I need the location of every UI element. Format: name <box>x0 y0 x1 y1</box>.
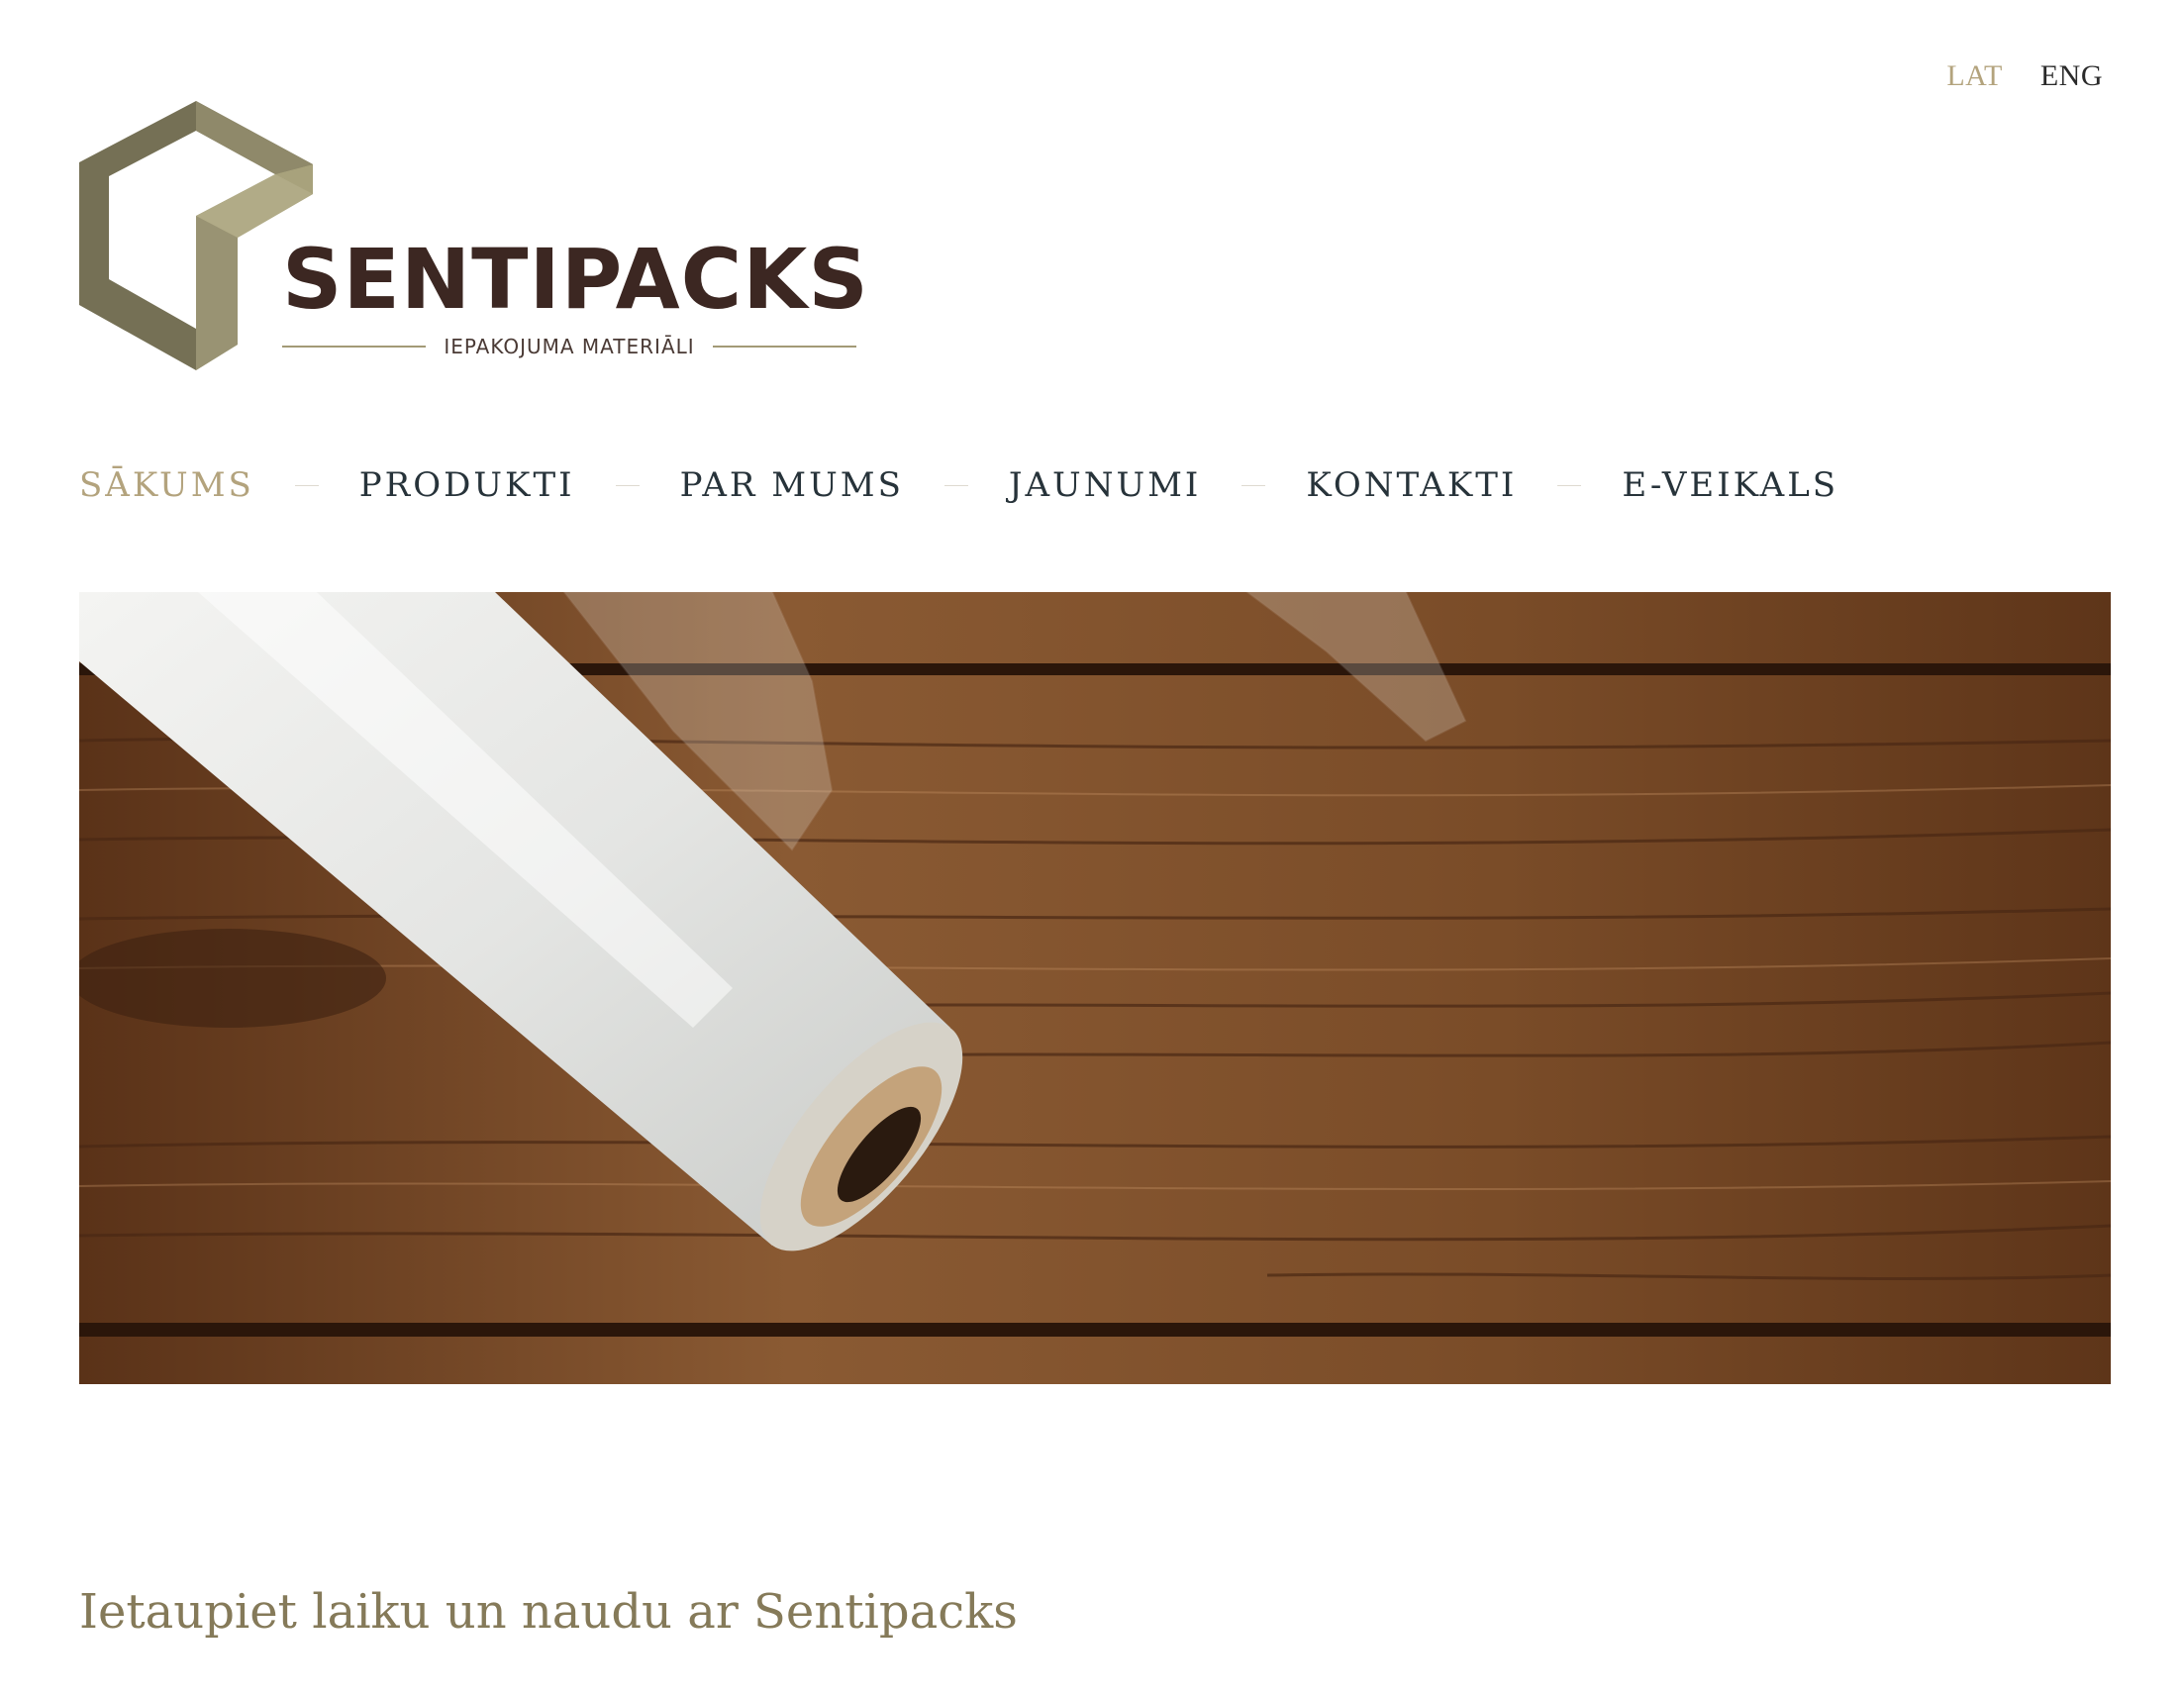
language-switcher: LAT ENG <box>1946 59 2103 93</box>
logo-rule-left <box>282 346 427 348</box>
nav-item-jaunumi[interactable]: JAUNUMI <box>1009 465 1202 505</box>
hero-image <box>79 592 2111 1384</box>
nav-separator <box>1241 484 1266 486</box>
nav-item-produkti[interactable]: PRODUKTI <box>359 465 575 505</box>
logo-rule-right <box>712 346 857 348</box>
nav-separator <box>615 484 640 486</box>
nav-item-sakums[interactable]: SĀKUMS <box>79 465 254 505</box>
nav-item-par-mums[interactable]: PAR MUMS <box>680 465 904 505</box>
lang-eng-link[interactable]: ENG <box>2040 59 2103 93</box>
logo-tagline: IEPAKOJUMA MATERIĀLI <box>282 335 857 358</box>
hero-banner <box>79 592 2111 1384</box>
logo-tagline-text: IEPAKOJUMA MATERIĀLI <box>444 335 695 358</box>
nav-item-kontakti[interactable]: KONTAKTI <box>1306 465 1517 505</box>
site-logo[interactable]: SENTIPACKS IEPAKOJUMA MATERIĀLI <box>79 101 871 378</box>
lang-lat-link[interactable]: LAT <box>1946 59 2003 93</box>
nav-separator <box>1557 484 1582 486</box>
page-heading: Ietaupiet laiku un naudu ar Sentipacks <box>79 1584 1018 1640</box>
logo-brand-name: SENTIPACKS <box>282 231 869 328</box>
main-nav: SĀKUMS PRODUKTI PAR MUMS JAUNUMI KONTAKT… <box>79 465 1838 505</box>
nav-separator <box>294 484 319 486</box>
nav-separator <box>943 484 968 486</box>
nav-item-e-veikals[interactable]: E-VEIKALS <box>1622 465 1838 505</box>
